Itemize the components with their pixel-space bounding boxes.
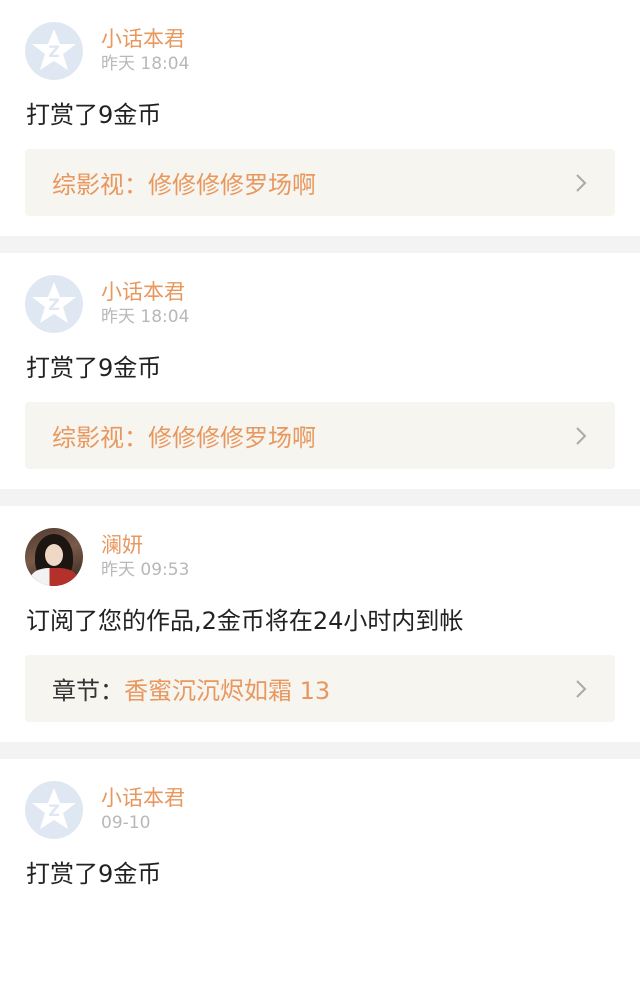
avatar[interactable]: Z	[25, 781, 83, 839]
timestamp: 昨天 18:04	[101, 54, 190, 74]
divider	[0, 489, 640, 506]
message-text: 打赏了9金币	[26, 101, 162, 129]
message-text: 订阅了您的作品,2金币将在24小时内到帐	[26, 607, 464, 635]
divider	[0, 236, 640, 253]
reference-prefix: 综影视：	[52, 424, 148, 452]
chevron-right-icon	[576, 174, 587, 192]
divider	[0, 742, 640, 759]
avatar[interactable]: Z	[25, 22, 83, 80]
username[interactable]: 澜妍	[101, 533, 143, 557]
reference-prefix: 章节：	[52, 677, 124, 705]
chevron-right-icon	[576, 427, 587, 445]
notification-card: Z 小话本君 09-10 打赏了9金币	[0, 759, 640, 995]
reference-title: 修修修修罗场啊	[148, 171, 316, 199]
username[interactable]: 小话本君	[101, 786, 185, 810]
message-text: 打赏了9金币	[26, 860, 162, 888]
username[interactable]: 小话本君	[101, 27, 185, 51]
timestamp: 昨天 18:04	[101, 307, 190, 327]
svg-text:Z: Z	[48, 295, 60, 314]
reference-link[interactable]: 综影视： 修修修修罗场啊	[25, 149, 615, 216]
reference-prefix: 综影视：	[52, 171, 148, 199]
avatar[interactable]: Z	[25, 275, 83, 333]
notification-feed: Z 小话本君 昨天 18:04 打赏了9金币 综影视： 修修修修罗场啊 Z 小话…	[0, 0, 640, 995]
avatar[interactable]	[25, 528, 83, 586]
reference-title: 修修修修罗场啊	[148, 424, 316, 452]
reference-link[interactable]: 章节： 香蜜沉沉烬如霜 13	[25, 655, 615, 722]
svg-text:Z: Z	[48, 42, 60, 61]
reference-link[interactable]: 综影视： 修修修修罗场啊	[25, 402, 615, 469]
svg-text:Z: Z	[48, 801, 60, 820]
chevron-right-icon	[576, 680, 587, 698]
notification-card: Z 小话本君 昨天 18:04 打赏了9金币 综影视： 修修修修罗场啊	[0, 0, 640, 236]
username[interactable]: 小话本君	[101, 280, 185, 304]
message-text: 打赏了9金币	[26, 354, 162, 382]
notification-card: 澜妍 昨天 09:53 订阅了您的作品,2金币将在24小时内到帐 章节： 香蜜沉…	[0, 506, 640, 742]
timestamp: 昨天 09:53	[101, 560, 190, 580]
default-avatar-icon: Z	[32, 282, 76, 323]
reference-title: 香蜜沉沉烬如霜 13	[124, 677, 331, 705]
default-avatar-icon: Z	[32, 788, 76, 829]
default-avatar-icon: Z	[32, 29, 76, 70]
notification-card: Z 小话本君 昨天 18:04 打赏了9金币 综影视： 修修修修罗场啊	[0, 253, 640, 489]
timestamp: 09-10	[101, 813, 151, 833]
